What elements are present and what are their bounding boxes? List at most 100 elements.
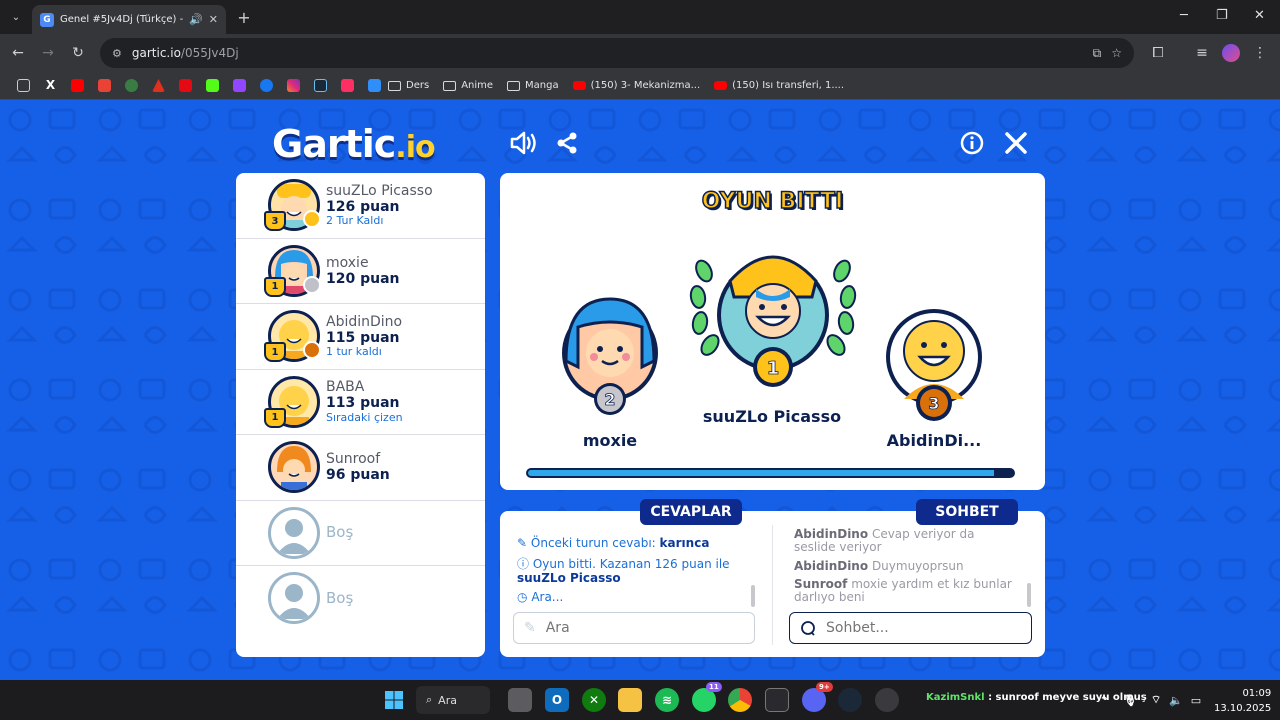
new-tab-plus-icon[interactable]: +	[236, 8, 252, 27]
tab-search-chevron-icon[interactable]: ⌄	[8, 9, 24, 25]
calendar-bookmark-icon[interactable]	[368, 79, 381, 92]
game-area: Gartic.io 3 suuZLo Picasso 126 puan 2 Tu…	[0, 100, 1280, 680]
apps-grid-icon[interactable]	[17, 79, 30, 92]
bookmark-manga[interactable]: Manga	[507, 80, 559, 91]
tab-chat[interactable]: SOHBET	[916, 499, 1018, 525]
search-icon: ⌕	[426, 693, 433, 706]
system-clock[interactable]: 01:09 13.10.2025	[1214, 686, 1271, 716]
tab-answers[interactable]: CEVAPLAR	[640, 499, 742, 525]
laurel-left-icon	[689, 259, 720, 356]
app-grid-icon[interactable]	[765, 688, 789, 712]
windows-start-icon[interactable]	[382, 688, 406, 712]
tab-close-icon[interactable]: ✕	[209, 13, 218, 26]
xbox-icon[interactable]: ✕	[582, 688, 606, 712]
folder-icon	[388, 80, 401, 91]
tumblr-icon[interactable]	[341, 79, 354, 92]
player-name: suuZLo Picasso	[326, 182, 433, 199]
audio-playing-icon[interactable]: 🔊	[189, 13, 203, 26]
exit-close-icon[interactable]	[1001, 128, 1031, 158]
player-status-dot	[303, 341, 321, 359]
gmail-icon[interactable]	[98, 79, 111, 92]
searching-line: ◷ Ara...	[517, 590, 564, 604]
adobe-icon[interactable]	[152, 79, 165, 92]
bookmark-ders[interactable]: Ders	[388, 80, 429, 91]
maximize-icon[interactable]: ❐	[1216, 8, 1228, 23]
player-row[interactable]: 1 AbidinDino 115 puan 1 tur kaldı	[236, 304, 485, 370]
answer-input[interactable]	[545, 620, 726, 636]
bookmark-video-1[interactable]: (150) 3- Mekanizma...	[572, 80, 700, 91]
clock-icon: ◷	[517, 590, 528, 604]
youtube-icon	[572, 81, 586, 90]
install-app-icon[interactable]: ⧉	[1093, 46, 1102, 61]
player-row[interactable]: 3 suuZLo Picasso 126 puan 2 Tur Kaldı	[236, 173, 485, 239]
chat-bubble-icon	[801, 621, 815, 636]
player-row[interactable]: Sunroof 96 puan	[236, 435, 485, 501]
empty-slot-row[interactable]: Boş	[236, 501, 485, 566]
tray-chevron-icon[interactable]: ⌃	[1092, 688, 1116, 712]
outlook-icon[interactable]: O	[545, 688, 569, 712]
taskbar-search[interactable]: ⌕ Ara	[416, 686, 490, 714]
player-note: 1 tur kaldı	[326, 345, 382, 359]
pencil-icon: ✎	[524, 620, 536, 636]
rank-trophy-badge: 1	[264, 407, 286, 428]
reload-icon[interactable]: ↻	[68, 44, 88, 62]
task-view-icon[interactable]	[508, 688, 532, 712]
forward-arrow-icon[interactable]: →	[38, 44, 58, 62]
x-twitter-icon[interactable]: X	[44, 79, 57, 92]
player-score: 120 puan	[326, 270, 400, 287]
spotify-icon[interactable]: ≋	[655, 688, 679, 712]
site-info-icon[interactable]: ⚙	[112, 47, 122, 60]
first-place-rank: 1	[767, 358, 780, 379]
laurel-right-icon	[826, 259, 857, 356]
whatsapp-icon[interactable]: 11	[692, 682, 722, 712]
player-row[interactable]: 1 moxie 120 puan	[236, 239, 485, 304]
chat-scrollbar[interactable]	[1027, 583, 1031, 607]
bookmark-video-2[interactable]: (150) Isı transferi, 1....	[714, 80, 844, 91]
second-place-avatar: 2	[562, 297, 658, 415]
site-shield-icon[interactable]	[125, 79, 138, 92]
instagram-icon[interactable]	[287, 79, 300, 92]
discord-badge: 9+	[816, 682, 833, 692]
previous-answer-line: ✎ Önceki turun cevabı: karınca	[517, 536, 710, 550]
answers-scrollbar[interactable]	[751, 585, 755, 607]
kick-icon[interactable]	[206, 79, 219, 92]
steam-taskbar-icon[interactable]	[838, 688, 862, 712]
menu-kebab-icon[interactable]: ⋮	[1252, 44, 1268, 62]
chat-input-box[interactable]	[789, 612, 1032, 644]
facebook-icon[interactable]	[260, 79, 273, 92]
empty-slot-row[interactable]: Boş	[236, 566, 485, 632]
bookmark-anime[interactable]: Anime	[443, 80, 493, 91]
bookmark-star-icon[interactable]: ☆	[1111, 46, 1122, 60]
sound-toggle-icon[interactable]	[508, 128, 538, 158]
player-row[interactable]: 1 BABA 113 puan Sıradaki çizen	[236, 370, 485, 435]
browser-tab-active[interactable]: G Genel #5Jv4Dj (Türkçe) - Ga 🔊 ✕	[32, 5, 226, 34]
discord-icon[interactable]: 9+	[802, 682, 833, 712]
window-close-icon[interactable]: ✕	[1254, 8, 1265, 23]
minimize-icon[interactable]: ─	[1180, 8, 1188, 23]
youtube-bookmark-icon[interactable]	[71, 79, 84, 92]
info-icon[interactable]	[957, 128, 987, 158]
empty-slot-label: Boş	[326, 589, 354, 608]
microphone-icon[interactable]: 🎙	[1118, 688, 1142, 712]
netflix-icon[interactable]	[179, 79, 192, 92]
rank-trophy-badge: 1	[264, 342, 286, 362]
extensions-icon[interactable]: ⧠	[1148, 44, 1168, 62]
file-explorer-icon[interactable]	[618, 688, 642, 712]
battery-icon[interactable]: ▭	[1184, 688, 1208, 712]
address-bar[interactable]: ⚙ gartic.io/055Jv4Dj ⧉ ☆	[100, 38, 1134, 68]
player-note: 2 Tur Kaldı	[326, 214, 384, 228]
back-arrow-icon[interactable]: ←	[8, 44, 28, 62]
empty-avatar-icon	[268, 572, 320, 624]
game-over-title: OYUN BITTI	[701, 188, 844, 215]
share-icon[interactable]	[552, 128, 582, 158]
player-name: BABA	[326, 379, 365, 396]
media-control-icon[interactable]: ≡	[1192, 44, 1212, 62]
chat-input[interactable]	[826, 620, 1006, 636]
obs-icon[interactable]	[875, 688, 899, 712]
info-circle-icon: ⓘ	[517, 557, 530, 571]
twitch-icon[interactable]	[233, 79, 246, 92]
answer-input-box[interactable]: ✎	[513, 612, 755, 644]
profile-avatar[interactable]	[1222, 44, 1240, 62]
chrome-icon[interactable]	[728, 688, 752, 712]
steam-icon[interactable]	[314, 79, 327, 92]
